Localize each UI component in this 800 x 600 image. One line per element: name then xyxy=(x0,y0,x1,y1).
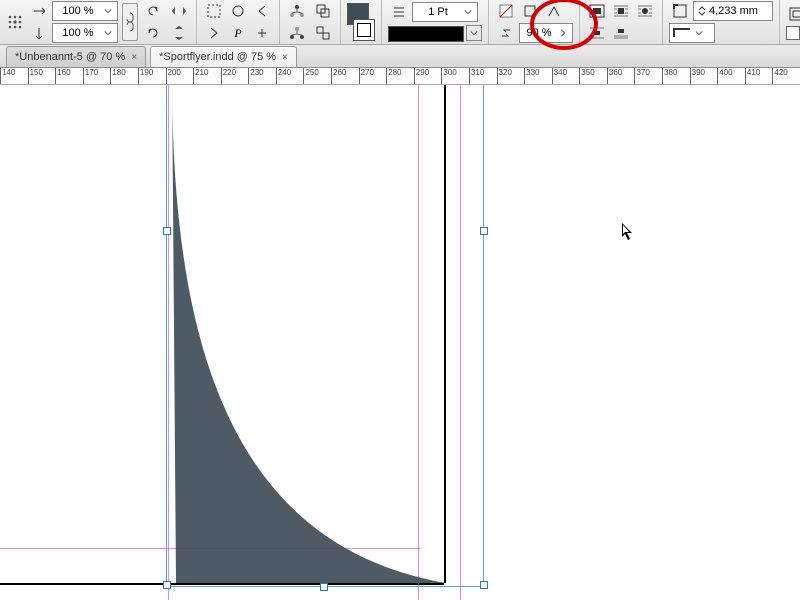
ruler-tick: 190 xyxy=(138,68,153,84)
chevron-down-icon[interactable] xyxy=(101,4,115,18)
scale-x-icon xyxy=(28,1,50,21)
ruler-tick: 410 xyxy=(745,68,760,84)
control-panel: 100 % 100 % xyxy=(0,0,800,45)
ruler-tick: 140 xyxy=(0,68,15,84)
corner-size-value: 4,233 mm xyxy=(709,5,758,17)
scale-y-icon xyxy=(28,23,50,43)
ruler-tick: 300 xyxy=(441,68,456,84)
horizontal-ruler[interactable]: 140 150 160 170 180 190 200 210 220 230 240 250 260 2… xyxy=(0,68,800,85)
chevron-down-icon[interactable] xyxy=(101,26,115,40)
cursor-icon xyxy=(622,223,634,241)
stroke-weight-icon xyxy=(388,2,410,22)
stroke-weight-field[interactable]: 1 Pt xyxy=(412,2,478,22)
ruler-tick: 290 xyxy=(414,68,429,84)
select-container-icon[interactable] xyxy=(203,1,225,21)
scale-x-value: 100 % xyxy=(55,5,101,17)
ruler-tick: 170 xyxy=(83,68,98,84)
hierarchy-group xyxy=(280,0,341,44)
tab-label: *Unbenannt-5 @ 70 % xyxy=(15,51,125,63)
ruler-tick: 360 xyxy=(607,68,622,84)
fitting-group: Autom xyxy=(780,0,800,44)
ruler-tick: 310 xyxy=(469,68,484,84)
ruler-tick: 250 xyxy=(303,68,318,84)
ruler-tick: 340 xyxy=(552,68,567,84)
ruler-tick: 420 xyxy=(772,68,787,84)
ruler-tick: 210 xyxy=(193,68,208,84)
wrap-nextcol-icon[interactable] xyxy=(610,23,632,43)
select-child-icon[interactable] xyxy=(286,23,308,43)
ruler-tick: 400 xyxy=(717,68,732,84)
stroke-swatch[interactable] xyxy=(353,19,375,41)
scale-y-field[interactable]: 100 % xyxy=(52,23,118,43)
close-icon[interactable]: × xyxy=(282,52,288,63)
document-tab-bar: *Unbenannt-5 @ 70 % × *Sportflyer.indd @… xyxy=(0,45,800,68)
select-next-icon[interactable] xyxy=(203,23,225,43)
stroke-group: 1 Pt xyxy=(382,0,489,44)
ruler-tick: 330 xyxy=(524,68,539,84)
selection-handle[interactable] xyxy=(163,227,171,235)
group-icon[interactable] xyxy=(312,1,334,21)
select-previous-icon[interactable] xyxy=(251,1,273,21)
selection-handle[interactable] xyxy=(163,581,171,589)
tab-unbenannt-5[interactable]: *Unbenannt-5 @ 70 % × xyxy=(6,46,146,67)
text-on-path-icon[interactable]: P xyxy=(227,23,249,43)
apply-none-icon[interactable] xyxy=(495,1,517,21)
ruler-tick: 320 xyxy=(497,68,512,84)
document-canvas[interactable] xyxy=(0,85,800,600)
more-options-icon[interactable] xyxy=(251,23,273,43)
flip-horizontal-icon[interactable] xyxy=(168,1,190,21)
fill-stroke-group xyxy=(341,0,382,44)
chevron-down-icon[interactable] xyxy=(466,25,482,41)
chevron-down-icon[interactable] xyxy=(461,5,475,19)
ruler-tick: 240 xyxy=(276,68,291,84)
stroke-weight-value: 1 Pt xyxy=(415,6,461,18)
wrap-bounding-icon[interactable] xyxy=(610,1,632,21)
ruler-tick: 370 xyxy=(634,68,649,84)
select-parent-icon[interactable] xyxy=(286,1,308,21)
rotate-ccw-icon[interactable] xyxy=(142,1,164,21)
ruler-tick: 200 xyxy=(166,68,181,84)
constrain-proportions-icon[interactable] xyxy=(122,3,138,41)
ungroup-icon[interactable] xyxy=(312,23,334,43)
ruler-tick: 260 xyxy=(331,68,346,84)
corner-style-field[interactable] xyxy=(669,23,715,43)
wrap-shape-icon[interactable] xyxy=(634,1,656,21)
stroke-style-preview[interactable] xyxy=(388,26,464,42)
close-icon[interactable]: × xyxy=(131,52,137,63)
transform-group: 100 % 100 % xyxy=(0,0,197,44)
fit-content-icon[interactable] xyxy=(786,4,800,24)
tab-sportflyer[interactable]: *Sportflyer.indd @ 75 % × xyxy=(150,46,297,67)
stepper-down-icon[interactable] xyxy=(698,11,706,17)
tutorial-highlight xyxy=(530,0,598,50)
chevron-down-icon[interactable] xyxy=(692,26,706,40)
select-content-icon[interactable] xyxy=(227,1,249,21)
scale-x-field[interactable]: 100 % xyxy=(52,1,118,21)
flip-vertical-icon[interactable] xyxy=(168,23,190,43)
corner-group: 4,233 mm xyxy=(663,0,780,44)
ruler-tick: 160 xyxy=(55,68,70,84)
corner-style-icon xyxy=(672,27,692,39)
object-group: P xyxy=(197,0,280,44)
selection-handle[interactable] xyxy=(320,583,328,591)
ruler-tick: 150 xyxy=(28,68,43,84)
selection-handle[interactable] xyxy=(480,581,488,589)
auto-fit-checkbox[interactable] xyxy=(786,26,800,40)
rotate-cw-icon[interactable] xyxy=(142,23,164,43)
corner-size-field[interactable]: 4,233 mm xyxy=(693,1,773,21)
selection-handle[interactable] xyxy=(480,227,488,235)
ruler-tick: 280 xyxy=(386,68,401,84)
ruler-tick: 380 xyxy=(662,68,677,84)
tab-label: *Sportflyer.indd @ 75 % xyxy=(159,51,276,63)
reference-point-icon[interactable] xyxy=(4,12,26,32)
corner-shape-icon[interactable] xyxy=(669,1,691,21)
ruler-tick: 390 xyxy=(690,68,705,84)
swap-fill-stroke-icon[interactable] xyxy=(495,23,517,43)
ruler-tick: 220 xyxy=(221,68,236,84)
selection-box xyxy=(166,85,484,587)
ruler-tick: 180 xyxy=(110,68,125,84)
ruler-tick: 350 xyxy=(579,68,594,84)
ruler-tick: 270 xyxy=(359,68,374,84)
scale-y-value: 100 % xyxy=(55,27,101,39)
ruler-tick: 230 xyxy=(248,68,263,84)
